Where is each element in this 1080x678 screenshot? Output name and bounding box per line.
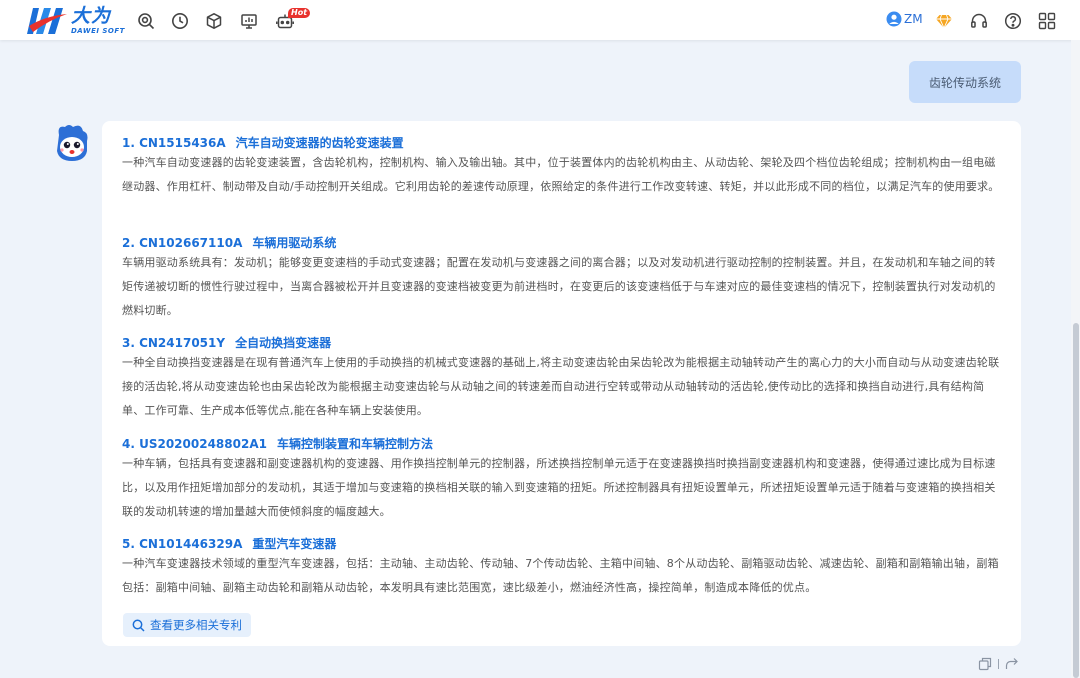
patent-number: 4. US20200248802A1: [122, 437, 267, 451]
patent-number: 1. CN1515436A: [122, 136, 226, 150]
patent-description: 一种汽车自动变速器的齿轮变速装置，含齿轮机构，控制机构、输入及输出轴。其中，位于…: [122, 156, 1000, 193]
share-icon[interactable]: [1005, 657, 1019, 671]
patent-number: 2. CN102667110A: [122, 236, 243, 250]
user-query-bubble: 齿轮传动系统: [909, 61, 1021, 103]
patent-description: 一种车辆，包括具有变速器和副变速器机构的变速器、用作换挡控制单元的控制器，所述换…: [122, 457, 996, 518]
search-icon: [132, 619, 145, 632]
help-icon[interactable]: [1004, 12, 1022, 30]
patent-number: 3. CN2417051Y: [122, 336, 226, 350]
patent-name: 全自动换挡变速器: [235, 336, 332, 350]
search-analysis-icon[interactable]: [137, 12, 155, 30]
user-avatar-icon: [886, 11, 902, 27]
cube-icon[interactable]: [205, 12, 223, 30]
patent-name: 汽车自动变速器的齿轮变速装置: [235, 136, 404, 150]
history-clock-icon[interactable]: [171, 12, 189, 30]
view-more-patents-button[interactable]: 查看更多相关专利: [123, 613, 251, 637]
patent-number: 5. CN101446329A: [122, 537, 243, 551]
patent-title-link[interactable]: 1. CN1515436A 汽车自动变速器的齿轮变速装置: [122, 135, 1004, 151]
answer-card: 1. CN1515436A 汽车自动变速器的齿轮变速装置 一种汽车自动变速器的齿轮…: [102, 121, 1021, 646]
monitor-chart-icon[interactable]: [240, 12, 258, 30]
patent-title-link[interactable]: 4. US20200248802A1 车辆控制装置和车辆控制方法: [122, 436, 1004, 452]
user-menu[interactable]: ZM: [886, 11, 923, 27]
diamond-icon[interactable]: [935, 12, 953, 30]
hot-badge: Hot: [288, 8, 311, 18]
grid-apps-icon[interactable]: [1038, 12, 1056, 30]
scrollbar-thumb[interactable]: [1073, 323, 1079, 678]
user-name: ZM: [904, 12, 923, 26]
patent-name: 重型汽车变速器: [252, 537, 337, 551]
logo-english-text: DAWEI SOFT: [71, 27, 125, 35]
copy-icon[interactable]: [978, 657, 992, 671]
dawei-logo[interactable]: 大为 DAWEI SOFT: [25, 5, 125, 37]
patent-result-1: 1. CN1515436A 汽车自动变速器的齿轮变速装置 一种汽车自动变速器的齿轮…: [122, 135, 1004, 199]
patent-description: 车辆用驱动系统具有：发动机；能够变更变速档的手动式变速器；配置在发动机与变速器之…: [122, 256, 996, 317]
patent-name: 车辆控制装置和车辆控制方法: [276, 437, 433, 451]
assistant-avatar: [57, 125, 88, 161]
top-navigation-bar: 大为 DAWEI SOFT Hot ZM: [0, 0, 1080, 40]
patent-result-2: 2. CN102667110A 车辆用驱动系统 车辆用驱动系统具有：发动机；能够变…: [122, 235, 1004, 323]
patent-description: 一种全自动换挡变速器是在现有普通汽车上使用的手动换挡的机械式变速器的基础上,将主…: [122, 356, 1000, 417]
patent-title-link[interactable]: 2. CN102667110A 车辆用驱动系统: [122, 235, 1004, 251]
logo-chinese-text: 大为: [71, 5, 112, 27]
divider: [998, 659, 999, 669]
patent-result-3: 3. CN2417051Y 全自动换挡变速器 一种全自动换挡变速器是在现有普通汽车…: [122, 335, 1004, 423]
patent-result-4: 4. US20200248802A1 车辆控制装置和车辆控制方法 一种车辆，包括具…: [122, 436, 1004, 524]
patent-result-5: 5. CN101446329A 重型汽车变速器 一种汽车变速器技术领域的重型汽车变…: [122, 536, 1004, 600]
view-more-label: 查看更多相关专利: [150, 618, 242, 632]
logo-mark-icon: [27, 8, 67, 34]
answer-actions: [978, 657, 1019, 671]
patent-title-link[interactable]: 3. CN2417051Y 全自动换挡变速器: [122, 335, 1004, 351]
patent-title-link[interactable]: 5. CN101446329A 重型汽车变速器: [122, 536, 1004, 552]
headset-icon[interactable]: [970, 12, 988, 30]
patent-description: 一种汽车变速器技术领域的重型汽车变速器，包括：主动轴、主动齿轮、传动轴、7个传动…: [122, 557, 999, 594]
patent-name: 车辆用驱动系统: [252, 236, 337, 250]
